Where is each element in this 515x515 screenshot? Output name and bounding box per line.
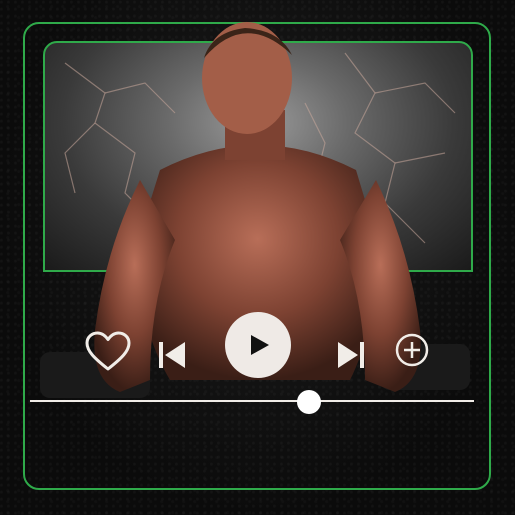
heart-icon[interactable] xyxy=(84,330,132,372)
skip-next-icon[interactable] xyxy=(335,340,367,370)
seek-thumb[interactable] xyxy=(296,390,321,414)
play-button[interactable] xyxy=(225,312,291,378)
skip-previous-icon[interactable] xyxy=(156,340,188,370)
player-controls xyxy=(0,0,515,515)
play-icon xyxy=(251,335,269,355)
plus-circle-icon[interactable] xyxy=(394,332,430,368)
seek-bar[interactable] xyxy=(30,400,474,402)
